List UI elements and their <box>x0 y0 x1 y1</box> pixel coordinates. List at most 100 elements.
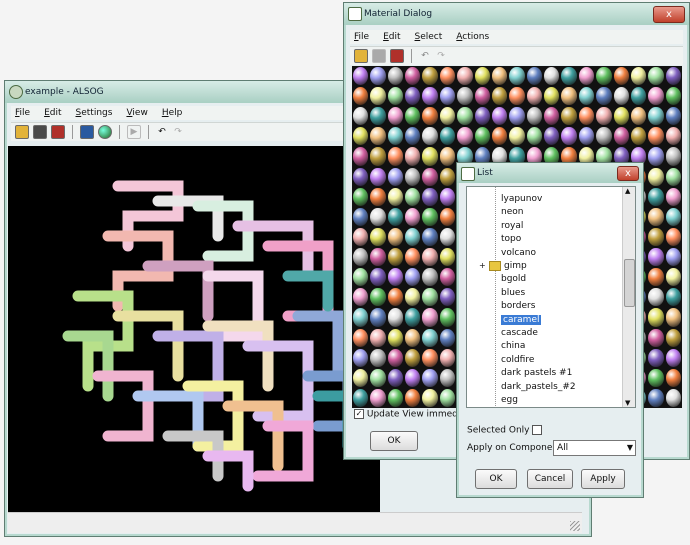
material-swatch[interactable] <box>439 308 456 327</box>
material-swatch[interactable] <box>439 87 456 106</box>
material-swatch[interactable] <box>387 248 404 267</box>
material-swatch[interactable] <box>648 187 664 206</box>
material-swatch[interactable] <box>648 348 664 367</box>
material-swatch[interactable] <box>405 187 421 206</box>
material-swatch[interactable] <box>613 127 629 146</box>
material-swatch[interactable] <box>439 187 456 206</box>
list-apply-button[interactable]: Apply <box>581 469 625 489</box>
material-swatch[interactable] <box>422 67 438 86</box>
material-swatch[interactable] <box>457 127 473 146</box>
material-swatch[interactable] <box>491 67 508 86</box>
list-close-button[interactable]: x <box>617 166 639 181</box>
material-swatch[interactable] <box>630 67 647 86</box>
material-swatch[interactable] <box>422 127 438 146</box>
material-swatch[interactable] <box>474 107 490 126</box>
material-swatch[interactable] <box>370 207 386 226</box>
material-swatch[interactable] <box>544 67 560 86</box>
material-swatch[interactable] <box>405 67 421 86</box>
material-swatch[interactable] <box>439 348 456 367</box>
material-swatch[interactable] <box>405 288 421 307</box>
material-swatch[interactable] <box>561 87 577 106</box>
material-swatch[interactable] <box>648 388 664 407</box>
material-swatch[interactable] <box>353 268 369 287</box>
material-swatch[interactable] <box>422 348 438 367</box>
material-swatch[interactable] <box>370 87 386 106</box>
material-swatch[interactable] <box>353 368 369 387</box>
material-swatch[interactable] <box>405 87 421 106</box>
material-swatch[interactable] <box>387 187 404 206</box>
material-swatch[interactable] <box>544 107 560 126</box>
material-swatch[interactable] <box>387 388 404 407</box>
list-cancel-button[interactable]: Cancel <box>527 469 573 489</box>
material-swatch[interactable] <box>405 248 421 267</box>
list-item[interactable]: lyapunov <box>501 193 542 205</box>
material-swatch[interactable] <box>457 107 473 126</box>
material-swatch[interactable] <box>370 328 386 347</box>
material-swatch[interactable] <box>439 227 456 247</box>
menu-settings[interactable]: Settings <box>76 108 113 118</box>
material-swatch[interactable] <box>509 87 525 106</box>
material-swatch[interactable] <box>387 67 404 86</box>
material-swatch[interactable] <box>387 227 404 247</box>
material-swatch[interactable] <box>422 368 438 387</box>
material-swatch[interactable] <box>596 87 612 106</box>
material-swatch[interactable] <box>439 288 456 307</box>
material-swatch[interactable] <box>630 87 647 106</box>
material-swatch[interactable] <box>422 388 438 407</box>
saveas-icon[interactable] <box>51 125 65 139</box>
menu-view[interactable]: View <box>126 108 147 118</box>
material-swatch[interactable] <box>648 87 664 106</box>
material-swatch[interactable] <box>405 268 421 287</box>
material-swatch[interactable] <box>561 107 577 126</box>
undo-icon[interactable]: ↶ <box>419 50 431 62</box>
material-swatch[interactable] <box>665 87 681 106</box>
material-swatch[interactable] <box>665 107 681 126</box>
scroll-down-icon[interactable]: ▼ <box>625 399 630 407</box>
material-swatch[interactable] <box>439 268 456 287</box>
material-swatch[interactable] <box>387 127 404 146</box>
material-swatch[interactable] <box>596 107 612 126</box>
material-swatch[interactable] <box>648 207 664 226</box>
material-swatch[interactable] <box>474 127 490 146</box>
material-swatch[interactable] <box>544 127 560 146</box>
material-swatch[interactable] <box>405 127 421 146</box>
material-swatch[interactable] <box>353 207 369 226</box>
material-swatch[interactable] <box>439 127 456 146</box>
list-item[interactable]: blues <box>501 287 525 299</box>
material-swatch[interactable] <box>665 147 681 166</box>
material-swatch[interactable] <box>387 87 404 106</box>
material-swatch[interactable] <box>439 368 456 387</box>
material-swatch[interactable] <box>439 147 456 166</box>
list-item[interactable]: borders <box>501 300 535 312</box>
list-item[interactable]: dark pastels #1 <box>501 367 572 379</box>
material-swatch[interactable] <box>422 167 438 186</box>
material-swatch[interactable] <box>370 107 386 126</box>
material-swatch[interactable] <box>596 127 612 146</box>
apply-component-select[interactable]: All ▼ <box>553 440 636 456</box>
list-item[interactable]: egg <box>501 394 518 406</box>
material-swatch[interactable] <box>387 348 404 367</box>
material-swatch[interactable] <box>648 127 664 146</box>
list-item[interactable]: bgold <box>501 273 526 285</box>
material-swatch[interactable] <box>405 308 421 327</box>
material-swatch[interactable] <box>578 67 595 86</box>
menu-file[interactable]: File <box>15 108 30 118</box>
material-swatch[interactable] <box>370 227 386 247</box>
saveas-icon[interactable] <box>390 49 404 63</box>
material-swatch[interactable] <box>648 167 664 186</box>
list-item[interactable]: china <box>501 340 525 352</box>
material-swatch[interactable] <box>544 87 560 106</box>
material-swatch[interactable] <box>457 87 473 106</box>
material-swatch[interactable] <box>665 368 681 387</box>
material-swatch[interactable] <box>613 67 629 86</box>
menu-help[interactable]: Help <box>162 108 183 118</box>
material-swatch[interactable] <box>526 67 543 86</box>
material-swatch[interactable] <box>613 107 629 126</box>
material-menu-actions[interactable]: Actions <box>456 32 489 42</box>
open-icon[interactable] <box>15 125 29 139</box>
material-swatch[interactable] <box>474 67 490 86</box>
material-swatch[interactable] <box>405 227 421 247</box>
list-item[interactable]: coldfire <box>501 354 534 366</box>
expander-icon[interactable]: + <box>479 260 486 272</box>
material-swatch[interactable] <box>439 107 456 126</box>
